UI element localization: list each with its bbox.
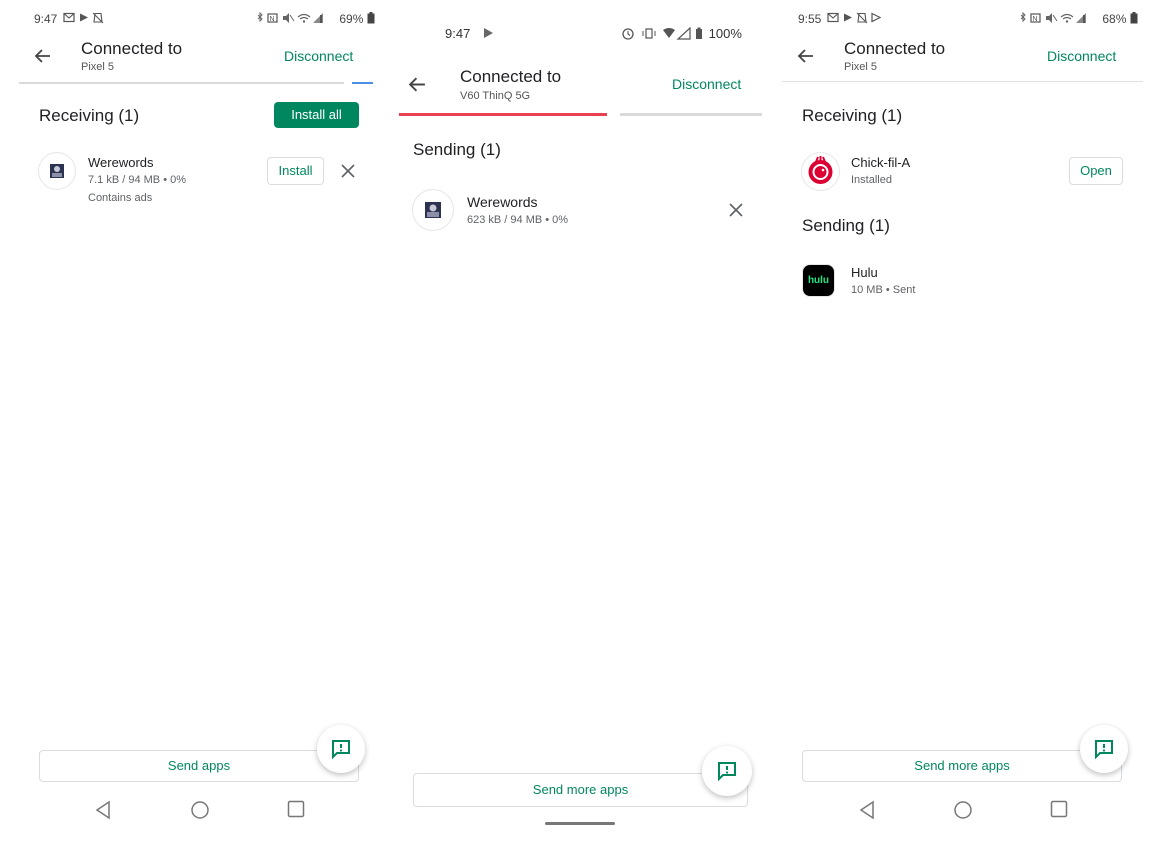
header-divider [782,81,1143,82]
app-name: Werewords [467,194,538,210]
status-bar-right: 100% [621,26,742,41]
back-arrow-icon[interactable] [408,75,427,94]
nav-home-icon[interactable] [190,800,210,820]
werewords-icon [50,164,64,178]
feedback-fab[interactable] [317,725,365,773]
app-status: Installed [851,174,892,186]
notification-icons [827,12,882,24]
install-button[interactable]: Install [267,157,324,185]
feedback-icon [1095,740,1113,760]
section-sending: Sending (1) [802,216,890,235]
screen-receiving: 9:47 N 69% Connected to Pixel 5 Disconne… [0,0,380,859]
status-bar-right: N 68% [1019,11,1138,26]
send-more-apps-button[interactable]: Send more apps [413,773,748,807]
battery-icon [367,12,375,24]
system-icons: N [1020,11,1086,23]
disconnect-button[interactable]: Disconnect [284,48,353,64]
svg-text:N: N [270,16,275,23]
battery-percent: 69% [339,12,364,26]
battery-percent: 100% [708,26,742,41]
status-time: 9:47 [445,26,471,41]
disconnect-button[interactable]: Disconnect [1047,48,1116,64]
feedback-fab[interactable] [702,746,752,796]
progress-track [19,82,344,84]
back-arrow-icon[interactable] [797,47,815,65]
battery-icon [1130,12,1138,24]
connected-device-name: V60 ThinQ 5G [460,90,531,102]
header-title: Connected to [81,39,183,58]
back-arrow-icon[interactable] [34,47,52,65]
werewords-icon [425,202,441,218]
header-title: Connected to [460,67,562,86]
send-more-apps-button[interactable]: Send more apps [802,750,1122,782]
open-button[interactable]: Open [1069,157,1123,185]
screen-sending: 9:47 100% Connected to V60 ThinQ 5G Disc… [390,0,772,859]
progress-track [620,113,762,116]
progress-indicator [399,113,607,116]
app-name: Werewords [88,155,154,170]
send-apps-button[interactable]: Send apps [39,750,359,782]
play-store-notification-icon [483,28,493,38]
feedback-icon [332,740,350,760]
system-icons: N [257,11,323,23]
hulu-logo-text: hulu [807,275,830,286]
upload-progress: 623 kB / 94 MB • 0% [467,214,569,226]
feedback-fab[interactable] [1080,725,1128,773]
disconnect-button[interactable]: Disconnect [672,76,741,92]
section-receiving: Receiving (1) [802,106,903,125]
svg-text:N: N [1033,16,1038,23]
app-status: 10 MB • Sent [851,284,916,296]
status-time: 9:55 [798,12,822,26]
status-bar-left: 9:55 [798,12,883,26]
connected-device-name: Pixel 5 [81,61,115,73]
app-name: Hulu [851,265,878,280]
battery-percent: 68% [1102,12,1127,26]
system-icons [622,26,702,40]
status-bar-right: N 69% [256,11,375,26]
screen-receiving-sending: 9:55 N 68% Connected to Pixel 5 Disconne… [782,0,1161,859]
gesture-bar[interactable] [545,822,615,825]
app-icon-hulu: hulu [802,264,835,297]
feedback-icon [718,762,736,782]
close-icon[interactable] [340,163,356,179]
close-icon[interactable] [728,202,744,218]
app-icon-werewords [412,189,454,231]
nav-home-icon[interactable] [953,800,973,820]
nav-back-icon[interactable] [94,800,112,820]
app-icon-chick-fil-a [801,152,840,191]
connected-device-name: Pixel 5 [844,61,878,73]
nav-recents-icon[interactable] [287,800,305,818]
status-bar-left: 9:47 [34,12,117,26]
status-bar-left: 9:47 [445,26,496,41]
app-name: Chick-fil-A [851,155,911,170]
install-all-button[interactable]: Install all [274,102,359,128]
app-icon-werewords [38,152,76,190]
nav-back-icon[interactable] [858,800,876,820]
section-receiving: Receiving (1) [39,106,140,125]
notification-icons [63,12,104,24]
chick-fil-a-logo-icon [808,156,833,184]
download-progress: 7.1 kB / 94 MB • 0% [88,174,187,186]
header-title: Connected to [844,39,946,58]
status-time: 9:47 [34,12,58,26]
app-note: Contains ads [88,192,153,204]
progress-indicator [352,82,373,84]
nav-recents-icon[interactable] [1050,800,1068,818]
section-sending: Sending (1) [413,140,501,159]
